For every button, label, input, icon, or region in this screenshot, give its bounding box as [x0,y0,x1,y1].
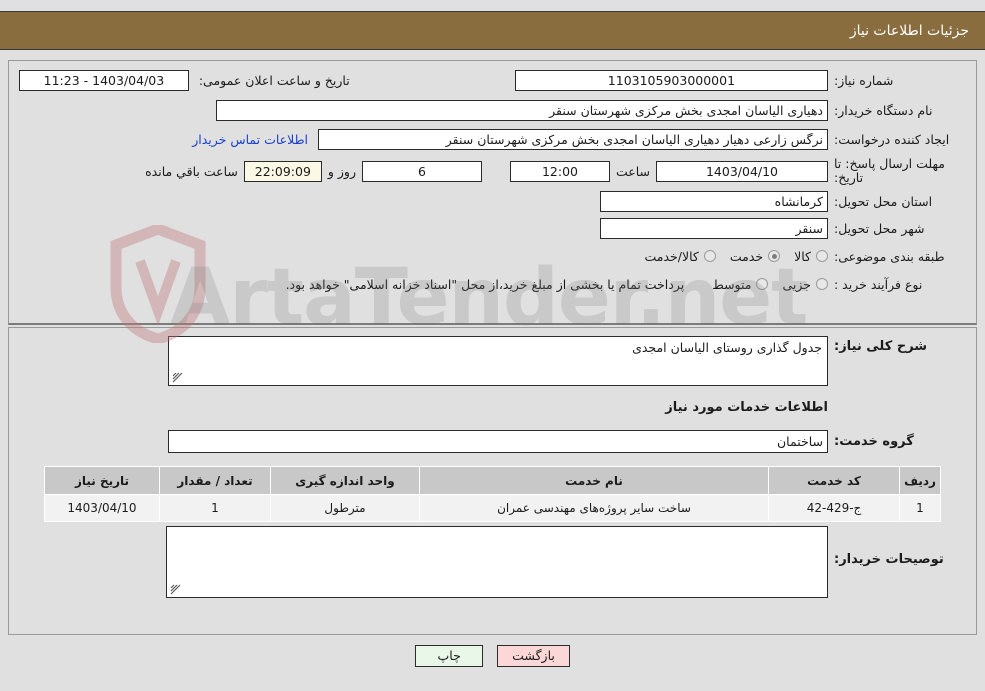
category-option-khedmat-label: خدمت [729,248,764,264]
page-header: جزئیات اطلاعات نیاز [0,11,985,50]
days-and-label: روز و [327,163,356,179]
overall-desc-label: شرح کلی نیاز: [834,339,928,354]
col-row-no: ردیف [899,466,941,495]
overall-desc-text: جدول گذاری روستای الیاسان امجدی [632,340,822,355]
col-unit: واحد اندازه گیری [270,466,420,495]
table-row: 1 ج-429-42 ساخت سایر پروژه‌های مهندسی عم… [44,494,941,522]
process-option-motevaset[interactable]: متوسط [698,276,769,292]
category-option-kala-khedmat[interactable]: کالا/خدمت [630,248,716,264]
row-city: شهر محل تحویل: سنقر [9,215,976,242]
category-option-kala-khedmat-label: کالا/خدمت [644,248,699,264]
announce-datetime-label: تاریخ و ساعت اعلان عمومی: [198,72,350,88]
cell-row-no: 1 [899,494,941,522]
resize-grip-icon[interactable] [172,372,183,383]
row-purchase-process: نوع فرآیند خرید : جزیی متوسط پرداخت تمام… [9,270,976,298]
service-group-label: گروه خدمت: [834,433,914,449]
col-quantity: تعداد / مقدار [159,466,271,495]
process-option-jozii[interactable]: جزیی [768,277,828,292]
remaining-suffix-label: ساعت باقي مانده [145,163,238,179]
col-need-date: تاریخ نیاز [44,466,160,495]
print-button[interactable]: چاپ [415,645,484,667]
services-section-title: اطلاعات خدمات مورد نیاز [665,399,828,415]
cell-service-code: ج-429-42 [768,494,900,522]
deadline-label: مهلت ارسال پاسخ: تا تاریخ: [834,156,945,185]
service-group-value: ساختمان [168,429,828,453]
radio-kala-icon[interactable] [816,250,828,262]
overall-desc-value: جدول گذاری روستای الیاسان امجدی [168,336,828,386]
cell-unit: مترطول [270,494,420,522]
process-label: نوع فرآیند خرید : [834,276,923,292]
buyer-contact-link[interactable]: اطلاعات تماس خریدار [192,132,318,147]
col-service-code: کد خدمت [768,466,900,495]
creator-value: نرگس زارعی دهیار دهیاری الیاسان امجدی بخ… [318,129,828,150]
resize-grip-icon[interactable] [170,584,181,595]
process-option-jozii-label: جزیی [782,276,811,292]
row-deadline: مهلت ارسال پاسخ: تا تاریخ: 1403/04/10 سا… [9,154,976,188]
radio-kala-khedmat-icon[interactable] [703,250,716,262]
radio-khedmat-icon[interactable] [768,250,781,262]
need-details-panel: شرح کلی نیاز: جدول گذاری روستای الیاسان … [8,327,977,635]
buyer-org-value: دهیاری الیاسان امجدی بخش مرکزی شهرستان س… [216,100,828,121]
services-table: ردیف کد خدمت نام خدمت واحد اندازه گیری ت… [44,466,941,522]
row-province: استان محل تحویل: کرمانشاه [9,188,976,215]
announce-datetime-value: 1403/04/03 - 11:23 [19,69,189,91]
row-service-group: گروه خدمت: ساختمان [9,424,976,458]
need-summary-panel: شماره نیاز: 1103105903000001 تاریخ و ساع… [8,60,977,325]
cell-service-name: ساخت سایر پروژه‌های مهندسی عمران [419,494,769,522]
row-buyer-org: نام دستگاه خریدار: دهیاری الیاسان امجدی … [9,96,976,125]
process-option-motevaset-label: متوسط [712,276,752,292]
action-button-bar: بازگشت چاپ [0,645,985,667]
city-label: شهر محل تحویل: [834,221,925,236]
back-button[interactable]: بازگشت [497,645,570,667]
table-header-row: ردیف کد خدمت نام خدمت واحد اندازه گیری ت… [44,466,941,495]
row-services-table: ردیف کد خدمت نام خدمت واحد اندازه گیری ت… [9,458,976,522]
buyer-org-label: نام دستگاه خریدار: [834,103,933,118]
category-label: طبقه بندی موضوعی: [834,248,945,264]
cell-quantity: 1 [159,494,271,522]
remaining-days-value: 6 [361,160,482,182]
need-number-value: 1103105903000001 [514,69,828,91]
category-option-kala-label: کالا [794,248,811,264]
category-option-khedmat[interactable]: خدمت [716,248,781,264]
hour-label: ساعت [615,163,650,179]
radio-motevaset-icon[interactable] [756,278,769,290]
province-label: استان محل تحویل: [834,194,933,209]
category-option-kala[interactable]: کالا [780,249,828,264]
deadline-time-value: 12:00 [509,160,610,182]
buyer-notes-value[interactable] [166,526,828,598]
row-buyer-notes: توصیحات خریدار: [9,514,976,600]
cell-need-date: 1403/04/10 [44,494,160,522]
page-title: جزئیات اطلاعات نیاز [849,22,969,39]
province-value: کرمانشاه [600,191,828,212]
buyer-notes-label: توصیحات خریدار: [834,552,944,567]
deadline-date-value: 1403/04/10 [656,160,828,182]
process-note: پرداخت تمام یا بخشی از مبلغ خرید،از محل … [285,276,685,292]
need-number-label: شماره نیاز: [834,72,894,88]
row-overall-desc: شرح کلی نیاز: جدول گذاری روستای الیاسان … [9,328,976,390]
city-value: سنقر [600,218,828,239]
row-creator: ایجاد کننده درخواست: نرگس زارعی دهیار ده… [9,125,976,154]
row-category: طبقه بندی موضوعی: کالا خدمت کالا/خدمت [9,242,976,270]
row-services-title: اطلاعات خدمات مورد نیاز [9,390,976,424]
remaining-clock-value: 22:09:09 [243,160,322,182]
row-need-number: شماره نیاز: 1103105903000001 تاریخ و ساع… [9,64,976,96]
col-service-name: نام خدمت [419,466,769,495]
creator-label: ایجاد کننده درخواست: [834,132,950,147]
radio-jozii-icon[interactable] [816,278,828,290]
